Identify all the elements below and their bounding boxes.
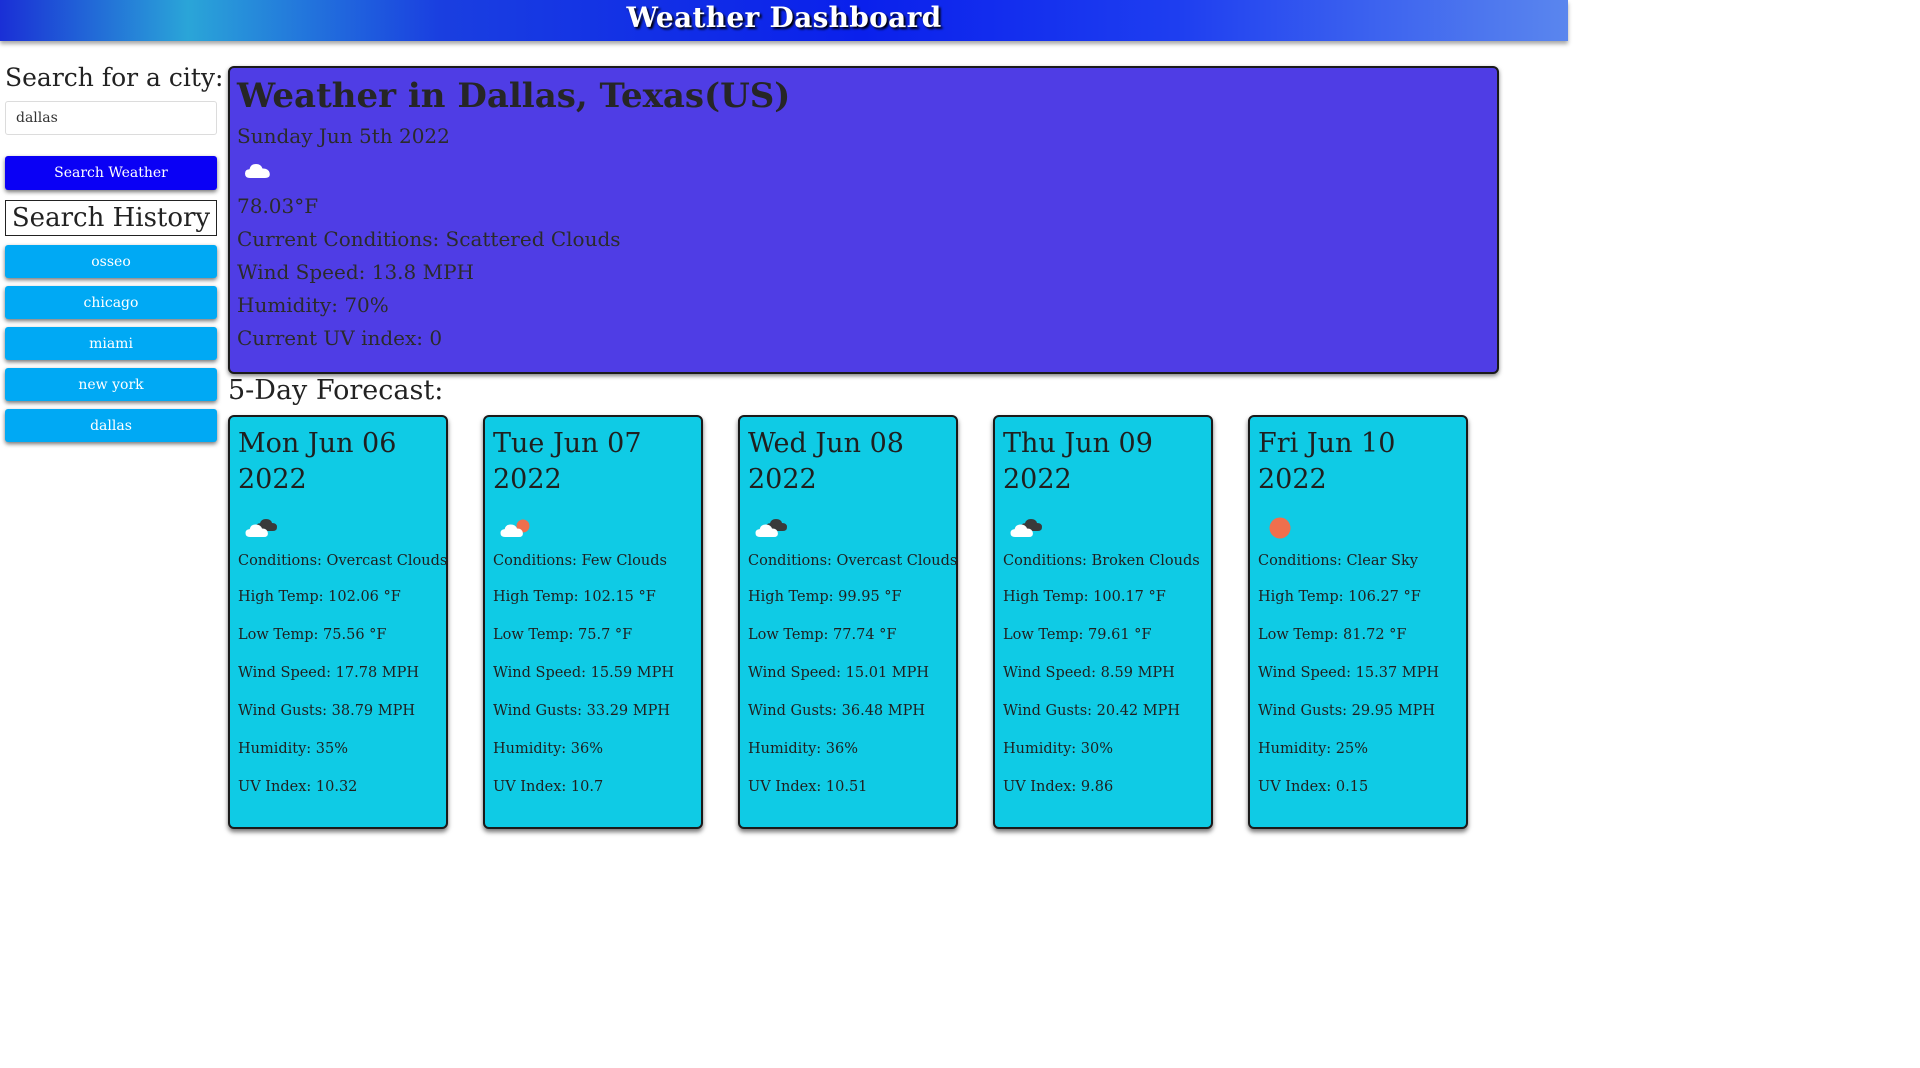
forecast-uv-index: UV Index: 10.32 <box>238 779 358 795</box>
forecast-humidity: Humidity: 35% <box>238 741 349 757</box>
forecast-icon-wrap <box>493 512 693 544</box>
forecast-card-5: Fri Jun 10 2022 Conditions: Clear Sky Hi… <box>1248 415 1468 829</box>
forecast-wind-speed: Wind Speed: 15.01 MPH <box>748 665 930 681</box>
current-weather-icon-wrap <box>237 152 1490 190</box>
forecast-wind-gusts: Wind Gusts: 33.29 MPH <box>493 703 671 719</box>
forecast-icon-wrap <box>1003 512 1203 544</box>
forecast-low-temp: Low Temp: 77.74 °F <box>748 627 897 643</box>
forecast-wind-gusts: Wind Gusts: 29.95 MPH <box>1258 703 1436 719</box>
broken-clouds-icon <box>1010 519 1042 537</box>
forecast-uv-index: UV Index: 10.51 <box>748 779 868 795</box>
forecast-wind-speed: Wind Speed: 15.37 MPH <box>1258 665 1440 681</box>
forecast-wind-gusts: Wind Gusts: 38.79 MPH <box>238 703 416 719</box>
forecast-conditions: Conditions: Clear Sky <box>1258 553 1418 569</box>
forecast-humidity: Humidity: 30% <box>1003 741 1114 757</box>
forecast-humidity: Humidity: 36% <box>748 741 859 757</box>
current-city-title: Weather in Dallas, Texas(US) <box>237 76 791 116</box>
forecast-conditions: Conditions: Overcast Clouds <box>238 553 448 569</box>
forecast-high-temp: High Temp: 100.17 °F <box>1003 589 1166 605</box>
search-history-title: Search History <box>5 200 217 236</box>
forecast-icon-wrap <box>238 512 438 544</box>
search-weather-button[interactable]: Search Weather <box>5 156 217 190</box>
forecast-wind-speed: Wind Speed: 15.59 MPH <box>493 665 675 681</box>
current-conditions: Current Conditions: Scattered Clouds <box>237 227 621 251</box>
history-button-dallas[interactable]: dallas <box>5 409 217 442</box>
forecast-low-temp: Low Temp: 81.72 °F <box>1258 627 1407 643</box>
city-search-input[interactable] <box>5 101 217 135</box>
search-history-list: osseo chicago miami new york dallas <box>5 245 217 450</box>
history-button-new-york[interactable]: new york <box>5 368 217 401</box>
forecast-conditions: Conditions: Broken Clouds <box>1003 553 1200 569</box>
forecast-low-temp: Low Temp: 75.7 °F <box>493 627 633 643</box>
forecast-high-temp: High Temp: 102.15 °F <box>493 589 656 605</box>
overcast-clouds-icon <box>245 519 277 537</box>
forecast-wind-gusts: Wind Gusts: 36.48 MPH <box>748 703 926 719</box>
forecast-date: Mon Jun 06 2022 <box>238 428 397 495</box>
forecast-uv-index: UV Index: 9.86 <box>1003 779 1114 795</box>
forecast-title: 5-Day Forecast: <box>228 375 444 406</box>
forecast-date: Fri Jun 10 2022 <box>1258 428 1396 495</box>
forecast-card-4: Thu Jun 09 2022 Conditions: Broken Cloud… <box>993 415 1213 829</box>
forecast-wind-speed: Wind Speed: 17.78 MPH <box>238 665 420 681</box>
forecast-humidity: Humidity: 36% <box>493 741 604 757</box>
overcast-clouds-icon <box>755 519 787 537</box>
forecast-date: Wed Jun 08 2022 <box>748 428 904 495</box>
current-temperature: 78.03°F <box>237 194 319 218</box>
history-button-miami[interactable]: miami <box>5 327 217 360</box>
forecast-wind-speed: Wind Speed: 8.59 MPH <box>1003 665 1175 681</box>
forecast-icon-wrap <box>748 512 948 544</box>
forecast-humidity: Humidity: 25% <box>1258 741 1369 757</box>
cloud-icon <box>245 164 270 178</box>
forecast-card-2: Tue Jun 07 2022 Conditions: Few Clouds H… <box>483 415 703 829</box>
history-button-chicago[interactable]: chicago <box>5 286 217 319</box>
current-wind-speed: Wind Speed: 13.8 MPH <box>237 260 474 284</box>
forecast-card-3: Wed Jun 08 2022 Conditions: Overcast Clo… <box>738 415 958 829</box>
forecast-icon-wrap <box>1258 512 1458 544</box>
forecast-high-temp: High Temp: 106.27 °F <box>1258 589 1421 605</box>
forecast-high-temp: High Temp: 99.95 °F <box>748 589 902 605</box>
search-label: Search for a city: <box>5 63 224 92</box>
forecast-date: Tue Jun 07 2022 <box>493 428 642 495</box>
forecast-conditions: Conditions: Overcast Clouds <box>748 553 958 569</box>
forecast-low-temp: Low Temp: 79.61 °F <box>1003 627 1152 643</box>
forecast-uv-index: UV Index: 0.15 <box>1258 779 1369 795</box>
current-weather-panel: Weather in Dallas, Texas(US) Sunday Jun … <box>228 66 1499 374</box>
forecast-conditions: Conditions: Few Clouds <box>493 553 667 569</box>
current-humidity: Humidity: 70% <box>237 293 389 317</box>
app-title: Weather Dashboard <box>626 1 942 34</box>
forecast-uv-index: UV Index: 10.7 <box>493 779 604 795</box>
sidebar: Search for a city: Search Weather Search… <box>5 58 224 442</box>
few-clouds-icon <box>500 519 530 537</box>
forecast-low-temp: Low Temp: 75.56 °F <box>238 627 387 643</box>
current-uv-index: Current UV index: 0 <box>237 326 443 350</box>
history-button-osseo[interactable]: osseo <box>5 245 217 278</box>
forecast-high-temp: High Temp: 102.06 °F <box>238 589 401 605</box>
forecast-wind-gusts: Wind Gusts: 20.42 MPH <box>1003 703 1181 719</box>
forecast-date: Thu Jun 09 2022 <box>1003 428 1153 495</box>
current-date: Sunday Jun 5th 2022 <box>237 124 450 148</box>
forecast-card-1: Mon Jun 06 2022 Conditions: Overcast Clo… <box>228 415 448 829</box>
app-header: Weather Dashboard <box>0 0 1568 41</box>
clear-sky-sun-icon <box>1269 517 1291 539</box>
